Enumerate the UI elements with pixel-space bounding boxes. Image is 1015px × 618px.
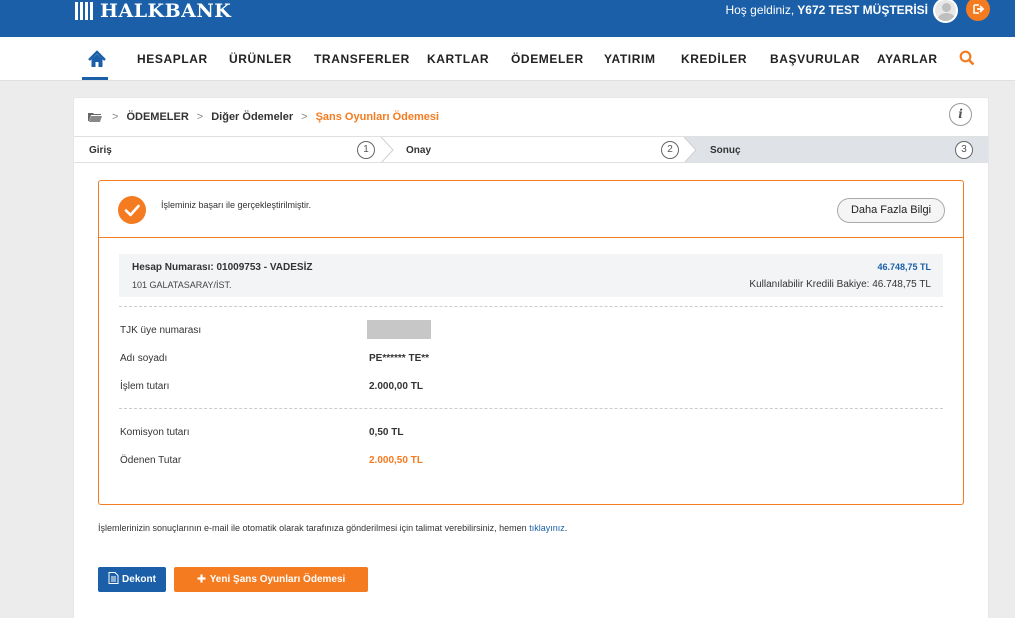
nav-item-transferler[interactable]: TRANSFERLER (314, 52, 410, 66)
account-name: Hesap Numarası: 01009753 - VADESİZ (132, 262, 313, 273)
steps-background (74, 137, 988, 163)
nav-item-kartlar[interactable]: KARTLAR (427, 52, 489, 66)
paid-amount-value: 2.000,50 TL (369, 455, 423, 466)
tjk-member-masked-value (367, 320, 431, 339)
main-nav: HESAPLAR ÜRÜNLER TRANSFERLER KARTLAR ÖDE… (0, 37, 1015, 81)
dekont-label: Dekont (122, 574, 156, 585)
step-number-3: 3 (955, 141, 973, 159)
home-icon[interactable] (87, 50, 107, 70)
welcome-prefix: Hoş geldiniz, (725, 3, 795, 17)
paid-amount-label: Ödenen Tutar (120, 455, 182, 466)
info-icon[interactable]: i (949, 103, 972, 126)
search-icon[interactable] (959, 50, 975, 66)
transaction-amount-label: İşlem tutarı (120, 381, 170, 392)
success-message: İşleminiz başarı ile gerçekleştirilmişti… (161, 200, 312, 210)
breadcrumb-separator: > (301, 111, 308, 123)
nav-item-basvurular[interactable]: BAŞVURULAR (770, 52, 860, 66)
folder-icon[interactable] (88, 112, 102, 122)
transaction-amount-value: 2.000,00 TL (369, 381, 423, 392)
dashed-divider (119, 408, 943, 409)
new-payment-label: Yeni Şans Oyunları Ödemesi (209, 574, 346, 585)
welcome-text: Hoş geldiniz, Y672 TEST MÜŞTERİSİ (725, 3, 928, 17)
footnote-text: İşlemlerinizin sonuçlarının e-mail ile o… (98, 523, 530, 533)
tjk-member-label: TJK üye numarası (120, 325, 202, 336)
step-number-2: 2 (661, 141, 679, 159)
nav-item-ayarlar[interactable]: AYARLAR (877, 52, 938, 66)
logout-icon[interactable] (966, 0, 990, 21)
logo-mark-icon (74, 0, 96, 22)
top-bar: HALKBANK Hoş geldiniz, Y672 TEST MÜŞTERİ… (0, 0, 1015, 37)
click-here-link[interactable]: tıklayınız (529, 523, 565, 533)
more-info-button[interactable]: Daha Fazla Bilgi (837, 198, 945, 223)
nav-item-yatirim[interactable]: YATIRIM (604, 52, 656, 66)
plus-icon (197, 574, 206, 586)
home-active-indicator (82, 77, 108, 80)
breadcrumb: > ÖDEMELER > Diğer Ödemeler > Şans Oyunl… (88, 111, 439, 123)
step-label-giris: Giriş (89, 145, 112, 156)
nav-item-urunler[interactable]: ÜRÜNLER (229, 52, 292, 66)
breadcrumb-separator: > (196, 111, 204, 123)
step-label-onay: Onay (406, 145, 432, 156)
account-branch: 101 GALATASARAY/İST. (132, 280, 232, 290)
commission-label: Komisyon tutarı (120, 427, 190, 438)
breadcrumb-odemeler[interactable]: ÖDEMELER (126, 111, 188, 123)
step-label-sonuc: Sonuç (710, 145, 741, 156)
nav-item-hesaplar[interactable]: HESAPLAR (137, 52, 208, 66)
document-icon (108, 572, 119, 587)
nav-item-odemeler[interactable]: ÖDEMELER (511, 52, 584, 66)
new-payment-button[interactable]: Yeni Şans Oyunları Ödemesi (174, 567, 368, 592)
name-value: PE****** TE** (369, 353, 430, 364)
halkbank-logo[interactable]: HALKBANK (74, 0, 231, 22)
result-box: İşleminiz başarı ile gerçekleştirilmişti… (98, 180, 964, 505)
step-number-1: 1 (357, 141, 375, 159)
breadcrumb-separator: > (112, 111, 119, 123)
commission-value: 0,50 TL (369, 427, 404, 438)
payment-panel: > ÖDEMELER > Diğer Ödemeler > Şans Oyunl… (74, 98, 988, 618)
check-icon (118, 196, 146, 224)
footnote-suffix: . (564, 523, 568, 533)
user-name: Y672 TEST MÜŞTERİSİ (797, 3, 928, 17)
account-balance: 46.748,75 TL (877, 262, 931, 272)
account-summary: Hesap Numarası: 01009753 - VADESİZ 101 G… (119, 254, 943, 297)
email-instruction-note: İşlemlerinizin sonuçlarının e-mail ile o… (98, 523, 567, 533)
avatar[interactable] (933, 0, 958, 23)
dashed-divider (119, 306, 943, 307)
brand-name: HALKBANK (100, 0, 232, 22)
dekont-button[interactable]: Dekont (98, 567, 166, 592)
result-divider (99, 237, 963, 238)
step-indicator: Giriş 1 Onay 2 Sonuç 3 (74, 136, 988, 163)
account-credit-balance: Kullanılabilir Kredili Bakiye: 46.748,75… (749, 279, 931, 290)
breadcrumb-diger-odemeler[interactable]: Diğer Ödemeler (211, 111, 293, 123)
breadcrumb-current: Şans Oyunları Ödemesi (315, 111, 440, 123)
nav-item-krediler[interactable]: KREDİLER (681, 52, 747, 66)
name-label: Adı soyadı (120, 353, 168, 364)
